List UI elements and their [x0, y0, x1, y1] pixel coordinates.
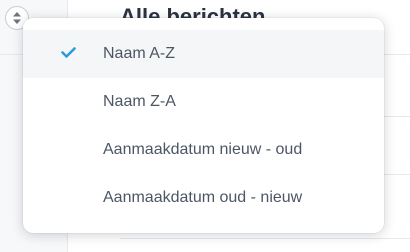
- list-divider: [384, 116, 410, 117]
- sort-option-date-newest[interactable]: Aanmaakdatum nieuw - oud: [23, 126, 384, 174]
- sort-option-name-asc[interactable]: Naam A-Z: [23, 30, 384, 78]
- check-icon: [61, 47, 76, 58]
- sort-option-label: Naam Z-A: [103, 93, 176, 110]
- sort-option-name-desc[interactable]: Naam Z-A: [23, 78, 384, 126]
- list-divider: [120, 238, 410, 239]
- sort-option-label: Aanmaakdatum nieuw - oud: [103, 141, 303, 158]
- sort-option-label: Naam A-Z: [103, 45, 176, 62]
- sort-option-label: Aanmaakdatum oud - nieuw: [103, 189, 303, 206]
- list-divider: [384, 174, 410, 175]
- sort-updown-icon: [13, 12, 21, 24]
- sort-dropdown-menu: Naam A-Z Naam Z-A Aanmaakdatum nieuw - o…: [23, 18, 384, 233]
- sort-option-date-oldest[interactable]: Aanmaakdatum oud - nieuw: [23, 174, 384, 222]
